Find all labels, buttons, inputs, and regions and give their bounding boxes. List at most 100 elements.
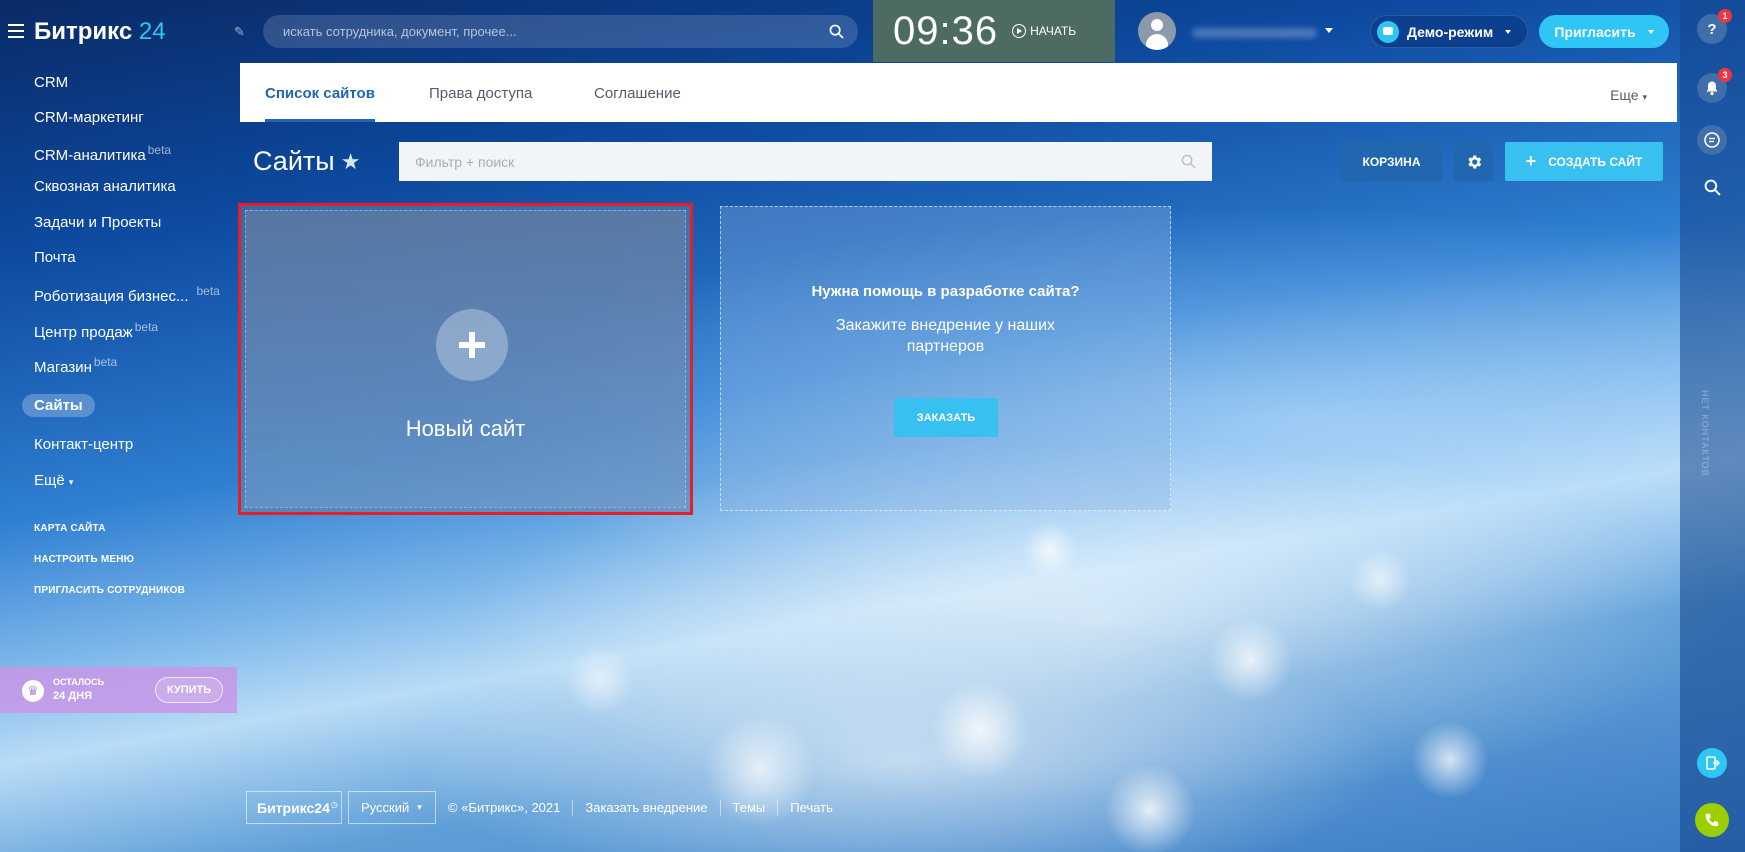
new-site-card[interactable]: Новый сайт [238, 203, 693, 515]
sidebar-item-label: Сайты [34, 397, 83, 414]
help-card-title: Нужна помощь в разработке сайта? [811, 283, 1080, 300]
filter-search[interactable] [399, 142, 1212, 181]
chat-bubble-icon [1377, 20, 1399, 43]
phone-icon [1705, 813, 1719, 827]
invite-label: Пригласить [1554, 23, 1636, 40]
page-title-text: Сайты [253, 146, 335, 176]
sidebar-item-label: Ещё [34, 472, 65, 489]
search-icon [1704, 179, 1721, 196]
new-site-label: Новый сайт [405, 416, 526, 441]
search-icon[interactable] [1181, 154, 1196, 169]
order-button[interactable]: ЗАКАЗАТЬ [894, 398, 998, 437]
workday-timer[interactable]: 09:36 НАЧАТЬ [873, 0, 1115, 62]
pencil-icon[interactable]: ✎ [234, 24, 248, 39]
new-site-card-inner: Новый сайт [245, 210, 686, 508]
demo-mode-label: Демо-режим [1407, 23, 1494, 40]
sidebar-item-mail[interactable]: Почта [22, 246, 88, 269]
demo-mode-button[interactable]: Демо-режим [1370, 15, 1528, 48]
global-search[interactable] [263, 15, 858, 48]
star-icon[interactable]: ★ [341, 149, 361, 175]
exit-icon [1706, 756, 1720, 770]
sitemap-link[interactable]: КАРТА САЙТА [34, 523, 106, 534]
tab-more-label: Еще [1610, 87, 1639, 103]
clock-icon: ◷ [330, 800, 338, 809]
beta-label: beta [93, 355, 118, 369]
invite-employees-link[interactable]: ПРИГЛАСИТЬ СОТРУДНИКОВ [34, 585, 185, 596]
footer-brand[interactable]: Битрикс24 ◷ [246, 791, 342, 824]
sidebar-item-sites[interactable]: Сайты [22, 394, 95, 417]
sidebar-item-end-to-end-analytics[interactable]: Сквозная аналитика [22, 175, 188, 198]
user-name[interactable] [1192, 28, 1317, 38]
sidebar-item-label: Задачи и Проекты [34, 214, 162, 231]
notifications-button[interactable]: 3 [1697, 68, 1732, 103]
tab-access-rights[interactable]: Права доступа [429, 85, 532, 102]
copyright: © «Битрикс», 2021 [448, 800, 561, 815]
chevron-down-icon: ▾ [417, 802, 422, 812]
sidebar-item-sales-center[interactable]: Центр продаж beta [22, 317, 170, 344]
user-menu-chevron-icon[interactable] [1325, 28, 1333, 33]
configure-menu-link[interactable]: НАСТРОИТЬ МЕНЮ [34, 554, 134, 565]
settings-button[interactable] [1454, 142, 1493, 181]
sidebar-item-contact-center[interactable]: Контакт-центр [22, 433, 145, 456]
page-title: Сайты ★ [253, 146, 360, 177]
trial-days: 24 ДНЯ [53, 690, 92, 702]
crown-icon: ♛ [22, 680, 44, 702]
plus-icon: + [1525, 151, 1537, 171]
logo[interactable]: Битрикс 24 [34, 18, 166, 46]
sidebar-item-label: CRM [34, 74, 69, 91]
footer-link-themes[interactable]: Темы [733, 800, 766, 815]
tab-site-list[interactable]: Список сайтов [265, 85, 375, 122]
sidebar-item-more[interactable]: Ещё ▾ [22, 469, 85, 492]
sidebar-item-tasks[interactable]: Задачи и Проекты [22, 211, 173, 234]
phone-button[interactable] [1695, 803, 1729, 837]
sidebar-item-label: CRM-маркетинг [34, 109, 144, 126]
start-label: НАЧАТЬ [1030, 24, 1077, 38]
help-card: Нужна помощь в разработке сайта? Закажит… [720, 206, 1171, 511]
sidebar-item-automation[interactable]: Роботизация бизнес... beta [22, 281, 232, 308]
divider [777, 799, 779, 816]
create-site-button[interactable]: + СОЗДАТЬ САЙТ [1505, 142, 1663, 181]
sidebar-item-crm-analytics[interactable]: CRM-аналитика beta [22, 140, 183, 167]
language-select[interactable]: Русский ▾ [348, 791, 436, 824]
sidebar-item-label: Центр продаж [34, 324, 133, 341]
open-lines-button[interactable] [1697, 748, 1727, 778]
current-time: 09:36 [893, 8, 999, 53]
hamburger-menu-icon[interactable] [8, 24, 24, 38]
user-avatar[interactable] [1138, 12, 1176, 50]
trial-banner: ♛ ОСТАЛОСЬ 24 ДНЯ КУПИТЬ [0, 667, 237, 713]
tabs-bar: Список сайтов Права доступа Соглашение Е… [240, 63, 1677, 122]
footer-link-order[interactable]: Заказать внедрение [585, 800, 707, 815]
beta-label: beta [134, 320, 159, 334]
search-icon[interactable] [829, 24, 844, 39]
rail-search-button[interactable] [1697, 172, 1727, 202]
start-workday-button[interactable]: НАЧАТЬ [1012, 24, 1076, 38]
sidebar-item-label: Магазин [34, 359, 92, 376]
help-button[interactable]: ? 1 [1697, 9, 1732, 44]
footer-link-print[interactable]: Печать [790, 800, 833, 815]
sidebar-item-label: CRM-аналитика [34, 147, 146, 164]
gear-icon [1467, 154, 1481, 169]
messenger-button[interactable] [1697, 125, 1727, 155]
sidebar-item-label: Контакт-центр [34, 436, 134, 453]
divider [572, 799, 574, 816]
invite-button[interactable]: Пригласить [1539, 15, 1669, 48]
sidebar-item-crm[interactable]: CRM [22, 71, 80, 94]
sidebar-item-shop[interactable]: Магазин beta [22, 352, 129, 379]
bell-icon [1706, 81, 1718, 96]
filter-search-input[interactable] [399, 142, 1212, 181]
sidebar-item-label: Роботизация бизнес... [34, 288, 189, 305]
help-card-subtitle: Закажите внедрение у наших партнеров [835, 317, 1056, 355]
tab-agreement[interactable]: Соглашение [594, 85, 681, 102]
top-bar: Битрикс 24 ✎ 09:36 НАЧАТЬ Демо-режим При… [0, 0, 1680, 62]
sidebar-item-crm-marketing[interactable]: CRM-маркетинг [22, 106, 156, 129]
tab-more[interactable]: Еще ▾ [1610, 87, 1647, 103]
footer-brand-text: Битрикс24 [257, 799, 330, 816]
buy-button[interactable]: КУПИТЬ [155, 677, 223, 703]
cart-button[interactable]: КОРЗИНА [1341, 142, 1442, 181]
logo-number: 24 [138, 18, 166, 45]
logo-text: Битрикс [34, 18, 133, 45]
chat-icon [1704, 132, 1720, 148]
global-search-input[interactable] [263, 15, 858, 48]
language-label: Русский [361, 800, 410, 815]
create-site-label: СОЗДАТЬ САЙТ [1548, 154, 1643, 169]
